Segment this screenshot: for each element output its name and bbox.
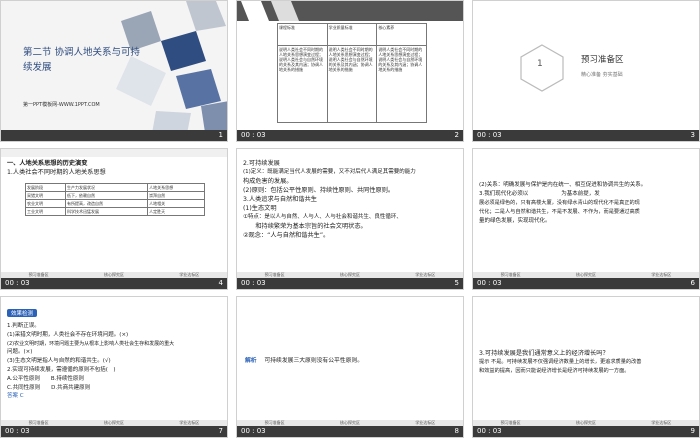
text-line: 2.可持续发展: [243, 160, 280, 167]
text-line: ②观念：“人与自然和谐共生”。: [243, 232, 330, 239]
text-line: 量的绿色发展，实现现代化。: [479, 218, 551, 224]
section-tag: 效果检测: [7, 309, 38, 317]
text-line: 3.我们现代化必须以 为基本前提，发: [479, 191, 600, 197]
slide-4[interactable]: 一、人地关系思想的历史演变 1.人类社会不同时期的人地关系思想 发展阶段 生产力发…: [0, 148, 228, 290]
text-line: ①特点：是以人与自然、人与人、人与社会和谐共生、良性循环、: [243, 214, 402, 220]
heading: 一、人地关系思想的历史演变: [7, 160, 88, 167]
text-line: 2.实现可持续发展，需遵循的原则不包括( ): [7, 366, 116, 373]
slide-title: 第二节 协调人地关系与可持 续发展: [23, 47, 141, 73]
slide-footer: 00 : 03 5: [237, 278, 463, 289]
slide-footer: 00 : 03 6: [473, 278, 699, 289]
history-table: 发展阶段 生产力发展状况 人地关系思想 采猎文明 低下，依赖自然 崇拜自然 农业文明 有所…: [25, 183, 205, 216]
answer-line: 答案 C: [7, 393, 24, 400]
text-line: (1)生态文明: [243, 205, 277, 212]
text-line: (1)采猎文明时期，人类社会不存在环境问题。(×): [7, 331, 129, 338]
text-line: 展必须是绿色的，只有高楼大厦，没有绿水青山的现代化不是真正的现: [479, 200, 640, 206]
slide-footer: 1: [1, 130, 227, 141]
text-line: (2)关系：明确发展与保护是内在统一、相互促进和协调共生的关系。: [479, 182, 647, 188]
text-line: A.公平性原则 B.持续性原则: [7, 375, 84, 382]
text-line: 代化；二是人与自然和谐共生，不是不发展、不作为，而是要通过高质: [479, 209, 640, 215]
slide-3[interactable]: 1 预习准备区 精心准备 夯实基础 00 : 03 3: [472, 0, 700, 142]
analysis-label: 解析: [245, 358, 257, 364]
slide-1[interactable]: 第二节 协调人地关系与可持 续发展 第一PPT模板网-WWW.1PPT.COM …: [0, 0, 228, 142]
section-number: 1: [537, 59, 543, 69]
slide-grid: 第二节 协调人地关系与可持 续发展 第一PPT模板网-WWW.1PPT.COM …: [0, 0, 700, 438]
slide-footer: 00 : 03 2: [237, 130, 463, 141]
text-line: 构成危害的发展。: [243, 178, 293, 185]
hint-line: 提示 不是。可持续发展不仅强调经济数量上的增长，更追求质量的改善: [479, 359, 642, 365]
text-line: (3)生态文明是指人与自然的和谐共生。(√): [7, 358, 111, 365]
slide-footer: 00 : 03 8: [237, 426, 463, 437]
hint-line: 和效益的提高，因而只能说经济增长是经济可持续发展的一方面。: [479, 368, 630, 374]
slide-footer: 00 : 03 9: [473, 426, 699, 437]
header-band: [1, 149, 227, 157]
slide-5[interactable]: 2.可持续发展 (1)定义：既能满足当代人发展的需要，又不对后代人满足其需要的能…: [236, 148, 464, 290]
text-line: 3.人类追求与自然和谐共生: [243, 196, 317, 203]
geometric-decoration: [241, 1, 299, 21]
section-subheading: 精心准备 夯实基础: [581, 72, 623, 78]
slide-8[interactable]: 解析 可持续发展三大原则没有公平性原则。 预习准备区 核心探究区 学业达标区 00 …: [236, 296, 464, 438]
section-heading: 预习准备区: [581, 55, 624, 65]
slide-6[interactable]: (2)关系：明确发展与保护是内在统一、相互促进和协调共生的关系。 3.我们现代化…: [472, 148, 700, 290]
text-line: 1.人类社会不同时期的人地关系思想: [7, 169, 106, 176]
text-line: (2)农业文明时期，环境问题主要为从根本上影响人类社会生存和发展的重大: [7, 340, 175, 347]
text-line: 1.判断正误。: [7, 323, 40, 329]
text-line: 和持续繁荣为基本宗旨的社会文明状态。: [243, 223, 367, 230]
standards-table: 课程标准 学业质量标准 核心素养 说明人类社会不同时期的人地关系思想演变过程；说…: [277, 23, 427, 123]
text-line: 问题。(×): [7, 349, 33, 356]
text-line: (1)定义：既能满足当代人发展的需要，又不对后代人满足其需要的能力: [243, 169, 416, 175]
slide-footer: 00 : 03 7: [1, 426, 227, 437]
slide-7[interactable]: 效果检测 1.判断正误。 (1)采猎文明时期，人类社会不存在环境问题。(×) (…: [0, 296, 228, 438]
slide-subtitle: 第一PPT模板网-WWW.1PPT.COM: [23, 102, 100, 108]
slide-footer: 00 : 03 4: [1, 278, 227, 289]
slide-2[interactable]: 课程标准 学业质量标准 核心素养 说明人类社会不同时期的人地关系思想演变过程；说…: [236, 0, 464, 142]
text-line: C.共同性原则 D.共商共建原则: [7, 384, 91, 391]
slide-footer: 00 : 03 3: [473, 130, 699, 141]
analysis-text: 可持续发展三大原则没有公平性原则。: [264, 358, 364, 364]
slide-number: 1: [218, 131, 223, 139]
question-line: 3.可持续发展是我们通常意义上的经济增长吗？: [479, 350, 609, 357]
slide-9[interactable]: 3.可持续发展是我们通常意义上的经济增长吗？ 提示 不是。可持续发展不仅强调经济…: [472, 296, 700, 438]
text-line: (2)原则：包括公平性原则、持续性原则、共同性原则。: [243, 187, 395, 194]
